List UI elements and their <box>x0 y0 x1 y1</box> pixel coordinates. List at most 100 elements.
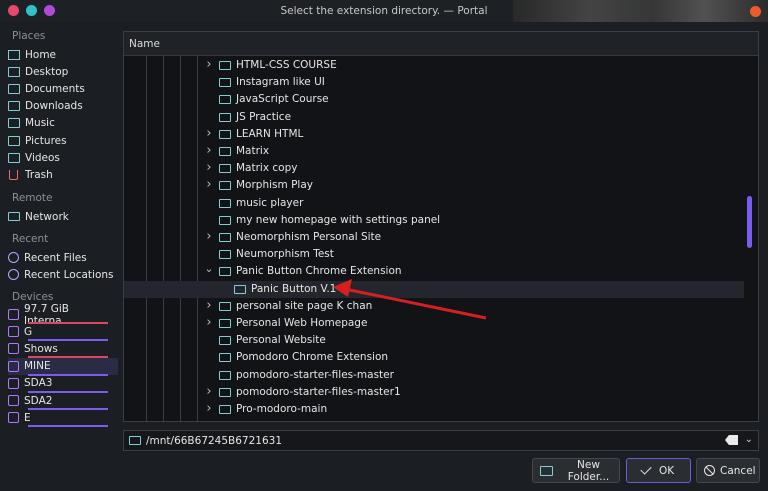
drive-icon <box>8 395 19 406</box>
folder-icon <box>8 83 20 94</box>
tree-row[interactable]: › Matrix copy <box>124 160 744 177</box>
chevron-right-icon[interactable]: › <box>204 58 214 71</box>
tree-item-label: my new homepage with settings panel <box>236 213 441 226</box>
close-icon[interactable] <box>750 6 761 17</box>
folder-icon <box>219 250 231 260</box>
clock-icon <box>8 252 19 263</box>
tree-row[interactable]: › HTML-CSS COURSE <box>124 57 744 74</box>
tree-row[interactable]: music player <box>124 195 744 212</box>
new-folder-button[interactable]: New Folder... <box>532 458 620 483</box>
tree-item-label: pomodoro-starter-files-master <box>236 368 394 381</box>
tree-row[interactable]: › Personal Web Homepage <box>124 315 744 332</box>
clear-text-icon[interactable] <box>725 435 738 445</box>
devices-heading: Devices <box>12 291 54 303</box>
chevron-down-icon[interactable]: ⌄ <box>745 434 753 445</box>
sidebar-item-e[interactable]: E <box>8 409 118 426</box>
sidebar-item-label: Music <box>25 117 55 130</box>
sidebar-item-label: Videos <box>25 151 60 164</box>
folder-icon <box>8 118 20 129</box>
folder-icon <box>219 233 231 242</box>
tree-row[interactable]: Panic Button V.1 <box>124 280 744 298</box>
sidebar-item-sda2[interactable]: SDA2 <box>8 392 118 409</box>
path-bar: ⌄ <box>123 430 759 451</box>
sidebar-item-recent-locations[interactable]: Recent Locations <box>8 266 118 283</box>
ok-button[interactable]: OK <box>626 458 691 483</box>
tree-row[interactable]: Personal Website <box>124 332 744 349</box>
sidebar-item-g[interactable]: G <box>8 323 118 340</box>
sidebar-item-label: E <box>24 411 31 424</box>
sidebar-item-shows[interactable]: Shows <box>8 340 118 357</box>
tree-row[interactable]: › Morphism Play <box>124 177 744 194</box>
tree-row[interactable]: JS Practice <box>124 109 744 126</box>
folder-icon <box>8 152 20 163</box>
folder-icon <box>219 129 231 139</box>
folder-icon <box>219 353 231 363</box>
sidebar-item-desktop[interactable]: Desktop <box>8 63 118 80</box>
clock-icon <box>8 269 19 281</box>
sidebar: Places Home Desktop Documents Downloads Musi… <box>0 22 120 491</box>
chevron-right-icon[interactable]: › <box>204 316 214 329</box>
sidebar-item-sda3[interactable]: SDA3 <box>8 375 118 392</box>
tree-row[interactable]: › pomodoro-starter-files-master1 <box>124 384 744 401</box>
tree-item-label: Matrix <box>236 145 270 157</box>
cancel-button[interactable]: Cancel <box>696 458 760 483</box>
tree-row[interactable]: › LEARN HTML <box>124 126 744 143</box>
sidebar-item-label: SDA2 <box>24 394 53 407</box>
chevron-right-icon[interactable]: › <box>204 299 214 312</box>
folder-icon <box>219 164 231 174</box>
sidebar-item-label: Downloads <box>25 100 83 113</box>
folder-icon <box>8 135 20 146</box>
places-heading: Places <box>12 30 46 42</box>
folder-icon <box>234 284 246 294</box>
chevron-right-icon[interactable]: › <box>204 161 214 174</box>
file-tree-panel[interactable]: Name › HTML-CSS COURSE Instagram like UI Ja… <box>123 31 759 422</box>
sidebar-item-network[interactable]: Network <box>8 208 118 225</box>
sidebar-item-documents[interactable]: Documents <box>8 80 118 97</box>
chevron-right-icon[interactable]: › <box>204 385 214 398</box>
tree-item-label: Pro-modoro-main <box>236 403 328 415</box>
sidebar-item-mine[interactable]: MINE <box>8 357 118 375</box>
tree-row[interactable]: › personal site page K chan <box>124 298 744 315</box>
vertical-scrollbar-thumb[interactable] <box>747 196 752 248</box>
tree-row[interactable]: pomodoro-starter-files-master <box>124 367 744 384</box>
ok-label: OK <box>659 464 675 477</box>
sidebar-item-label: Pictures <box>25 134 67 147</box>
folder-icon <box>219 267 231 277</box>
sidebar-item-97-7-gib-interna-[interactable]: 97.7 GiB Interna... <box>8 303 118 327</box>
drive-icon <box>8 377 19 389</box>
sidebar-item-videos[interactable]: Videos <box>8 149 118 166</box>
chevron-right-icon[interactable]: › <box>204 230 214 243</box>
tree-row[interactable]: › Pro-modoro-main <box>124 401 744 418</box>
tree-row[interactable]: ⌄ Panic Button Chrome Extension <box>124 263 744 280</box>
tree-item-label: Personal Web Homepage <box>236 317 368 329</box>
chevron-down-icon[interactable]: ⌄ <box>204 263 214 274</box>
drive-icon <box>8 326 19 338</box>
sidebar-item-label: Documents <box>25 82 85 95</box>
tree-row[interactable]: › Neomorphism Personal Site <box>124 229 744 246</box>
tree-row[interactable]: Pomodoro Chrome Extension <box>124 349 744 366</box>
chevron-right-icon[interactable]: › <box>204 127 214 140</box>
tree-row[interactable]: Neumorphism Test <box>124 246 744 263</box>
sidebar-item-pictures[interactable]: Pictures <box>8 132 118 149</box>
tree-row[interactable]: › Matrix <box>124 143 744 160</box>
sidebar-item-trash[interactable]: Trash <box>8 166 118 183</box>
chevron-right-icon[interactable]: › <box>204 144 214 157</box>
sidebar-item-label: Trash <box>25 168 53 181</box>
tree-row[interactable]: my new homepage with settings panel <box>124 212 744 229</box>
sidebar-item-music[interactable]: Music <box>8 115 118 132</box>
chevron-right-icon[interactable]: › <box>204 402 214 415</box>
chevron-right-icon[interactable]: › <box>204 178 214 191</box>
device-usage-bar <box>28 425 108 428</box>
column-header-name[interactable]: Name <box>124 32 758 56</box>
sidebar-item-recent-files[interactable]: Recent Files <box>8 249 118 266</box>
drive-icon <box>8 360 19 372</box>
path-input[interactable] <box>146 434 706 447</box>
tree-row[interactable]: JavaScript Course <box>124 91 744 108</box>
tree-item-label: LEARN HTML <box>236 127 304 140</box>
tree-item-label: Personal Website <box>236 334 326 347</box>
tree-item-label: Panic Button V.1 <box>251 282 337 295</box>
tree-item-label: Pomodoro Chrome Extension <box>236 351 389 364</box>
sidebar-item-home[interactable]: Home <box>8 46 118 63</box>
tree-row[interactable]: Instagram like UI <box>124 74 744 91</box>
sidebar-item-downloads[interactable]: Downloads <box>8 98 118 115</box>
